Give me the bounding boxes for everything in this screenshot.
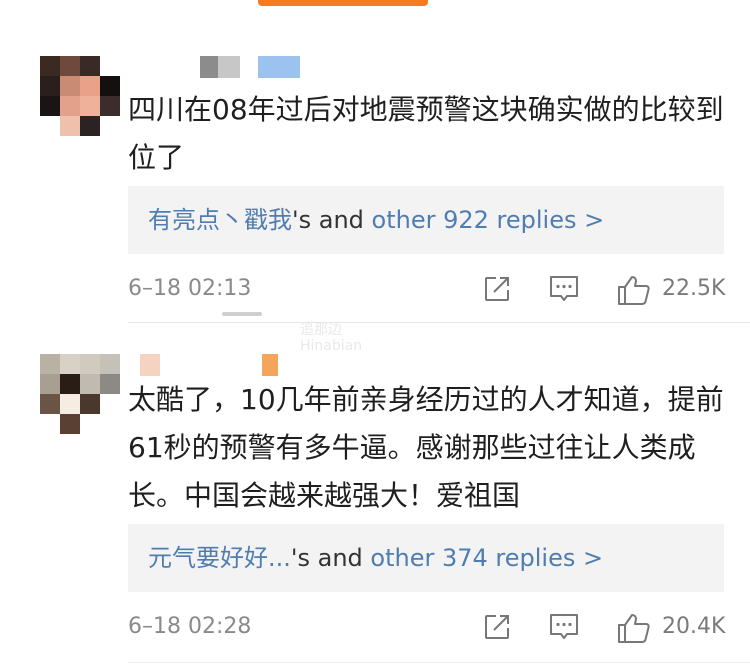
comment-icon[interactable] xyxy=(548,274,580,306)
reply-names[interactable]: 有亮点丶戳我 xyxy=(148,206,292,234)
reply-count-link[interactable]: other 374 replies > xyxy=(370,544,603,572)
top-accent-bar xyxy=(258,0,428,6)
comment-meta: 6–18 02:28 20.4K xyxy=(128,608,726,648)
reply-suffix: 's and xyxy=(290,544,371,572)
avatar[interactable] xyxy=(40,354,120,434)
timestamp: 6–18 02:13 xyxy=(128,276,252,301)
avatar[interactable] xyxy=(40,56,120,136)
like-icon[interactable] xyxy=(616,274,652,306)
watermark-line2: Hinabian xyxy=(300,338,363,354)
like-count: 20.4K xyxy=(662,614,726,639)
comment-text: 四川在08年过后对地震预警这块确实做的比较到位了 xyxy=(128,93,724,174)
reply-suffix: 's and xyxy=(292,206,372,234)
share-icon[interactable] xyxy=(482,612,512,644)
replies-preview[interactable]: 元气要好好...'s and other 374 replies > xyxy=(128,524,724,592)
divider xyxy=(128,662,750,663)
reply-count-link[interactable]: other 922 replies > xyxy=(372,206,605,234)
divider xyxy=(128,322,750,323)
comment-icon[interactable] xyxy=(548,612,580,644)
reply-names[interactable]: 元气要好好... xyxy=(148,544,291,572)
comment-text: 太酷了，10几年前亲身经历过的人才知道，提前61秒的预警有多牛逼。感谢那些过往让… xyxy=(128,383,724,512)
like-count: 22.5K xyxy=(662,276,726,301)
comment-meta: 6–18 02:13 22.5K xyxy=(128,270,726,310)
username-blurred[interactable] xyxy=(200,56,310,78)
timestamp: 6–18 02:28 xyxy=(128,614,252,639)
username-blurred[interactable] xyxy=(140,354,300,376)
section-handle xyxy=(222,312,262,316)
share-icon[interactable] xyxy=(482,274,512,306)
watermark-line1: 追那边 xyxy=(300,322,342,338)
watermark: 追那边 Hinabian xyxy=(300,322,362,354)
replies-preview[interactable]: 有亮点丶戳我's and other 922 replies > xyxy=(128,186,724,254)
like-icon[interactable] xyxy=(616,612,652,644)
